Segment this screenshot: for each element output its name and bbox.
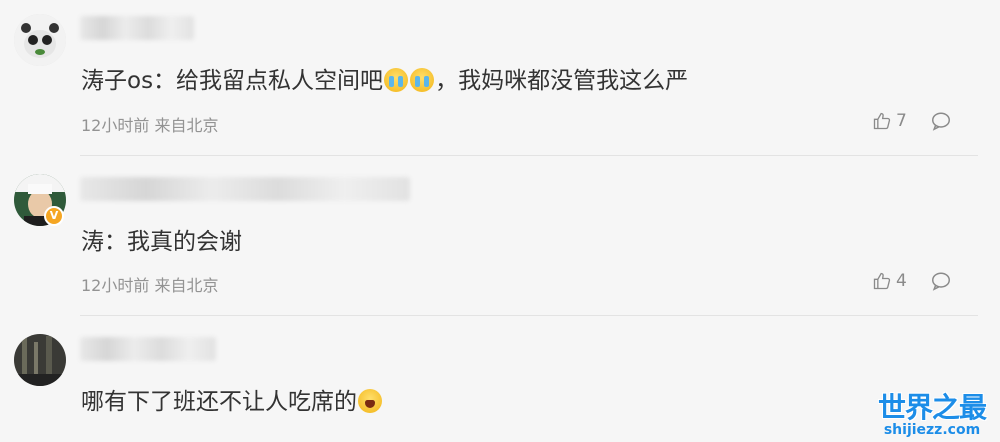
like-count: 7 <box>896 111 907 131</box>
angry-face-icon <box>358 389 382 413</box>
comment-text: 哪有下了班还不让人吃席的 <box>81 382 383 416</box>
like-button[interactable]: 7 <box>872 111 907 131</box>
comment-bubble-icon[interactable] <box>930 110 952 132</box>
crying-face-icon <box>410 68 435 92</box>
watermark-url: shijiezz.com <box>883 422 981 438</box>
comment-text: 涛：我真的会谢 <box>81 229 242 255</box>
comment-meta: 12小时前 来自北京 <box>81 276 219 295</box>
username-blurred[interactable] <box>80 177 410 201</box>
avatar[interactable] <box>14 14 66 66</box>
verified-badge-icon: V <box>44 206 64 226</box>
comment-meta: 12小时前 来自北京 <box>81 116 219 135</box>
comment-text: 涛子os：给我留点私人空间吧 ，我妈咪都没管我这么严 <box>81 68 689 94</box>
divider <box>80 315 978 316</box>
crying-face-icon <box>384 68 409 92</box>
like-count: 4 <box>896 271 907 291</box>
username-blurred[interactable] <box>80 337 216 361</box>
like-button[interactable]: 4 <box>872 271 907 291</box>
username-blurred[interactable] <box>80 16 194 40</box>
thumbs-up-icon <box>873 112 891 130</box>
thumbs-up-icon <box>873 272 891 290</box>
watermark: 世界之最 shijiezz.com <box>872 386 992 438</box>
divider <box>80 155 978 156</box>
avatar[interactable] <box>14 334 66 386</box>
watermark-title: 世界之最 <box>877 391 987 424</box>
comment-bubble-icon[interactable] <box>930 270 952 292</box>
